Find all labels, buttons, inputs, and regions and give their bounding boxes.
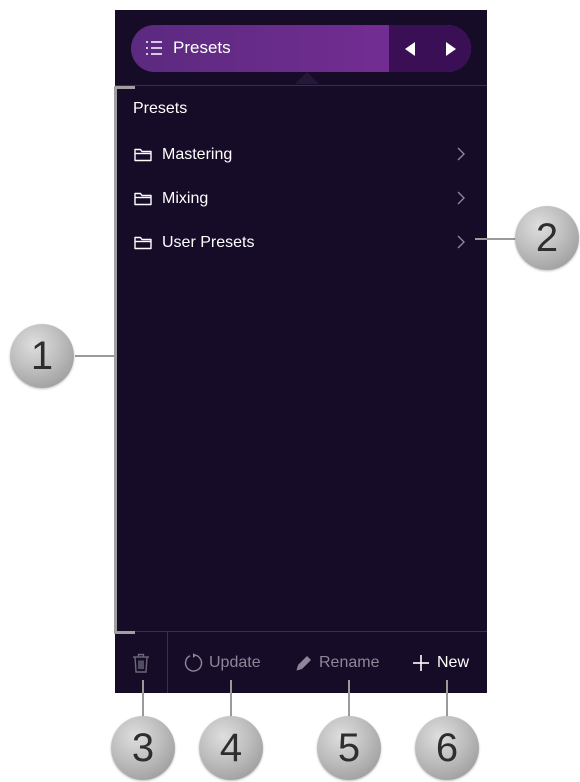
panel-title: Presets: [133, 100, 188, 117]
rename-button[interactable]: Rename: [295, 632, 379, 693]
list-item-mastering[interactable]: Mastering: [115, 133, 487, 177]
list-item-user-presets[interactable]: User Presets: [115, 221, 487, 265]
list-icon: [146, 41, 162, 55]
callout-3-number: 3: [131, 726, 155, 770]
preset-nav-arrows: [389, 25, 471, 72]
callout-1-number: 1: [30, 334, 54, 378]
presets-panel: Presets Mastering Mixing User Presets: [115, 85, 487, 632]
new-label: New: [437, 653, 470, 671]
folder-icon: [134, 148, 152, 162]
next-preset-button[interactable]: [430, 25, 471, 72]
folder-icon: [134, 192, 152, 206]
header-title: Presets: [173, 38, 231, 57]
list-item-label: Mixing: [162, 190, 209, 207]
callout-2-line: [475, 238, 520, 240]
triangle-right-icon: [445, 41, 456, 56]
panel-bracket: [114, 86, 135, 634]
chevron-right-icon: [457, 191, 465, 205]
chevron-right-icon: [457, 147, 465, 161]
callout-6-number: 6: [435, 726, 459, 770]
callout-5-number: 5: [337, 726, 361, 770]
callout-5: 5: [317, 716, 381, 780]
callout-6-line: [446, 680, 448, 720]
update-label: Update: [209, 653, 261, 671]
list-item-label: User Presets: [162, 234, 255, 251]
refresh-icon: [184, 652, 203, 672]
callout-2-number: 2: [535, 216, 559, 260]
callout-1-line: [75, 355, 115, 357]
previous-preset-button[interactable]: [389, 25, 430, 72]
rename-label: Rename: [319, 653, 380, 671]
callout-3: 3: [111, 716, 175, 780]
folder-icon: [134, 236, 152, 250]
callout-6: 6: [415, 716, 479, 780]
pencil-icon: [296, 655, 311, 670]
presets-app: Presets Presets Mastering Mixing User Pr…: [115, 10, 487, 693]
presets-menu-pill[interactable]: Presets: [131, 25, 471, 72]
trash-icon: [133, 653, 149, 673]
new-button[interactable]: New: [411, 632, 469, 693]
footer-toolbar: Update Rename New: [115, 631, 487, 693]
update-button[interactable]: Update: [183, 632, 261, 693]
callout-4-number: 4: [219, 726, 243, 770]
list-item-mixing[interactable]: Mixing: [115, 177, 487, 221]
callout-5-line: [348, 680, 350, 720]
triangle-left-icon: [404, 41, 415, 56]
header: Presets: [115, 10, 487, 85]
callout-4: 4: [199, 716, 263, 780]
callout-4-line: [230, 680, 232, 720]
callout-1: 1: [10, 324, 74, 388]
list-item-label: Mastering: [162, 146, 233, 163]
chevron-right-icon: [457, 235, 465, 249]
plus-icon: [413, 654, 429, 671]
dropdown-caret: [295, 72, 319, 84]
callout-2: 2: [515, 206, 579, 270]
callout-3-line: [142, 680, 144, 720]
